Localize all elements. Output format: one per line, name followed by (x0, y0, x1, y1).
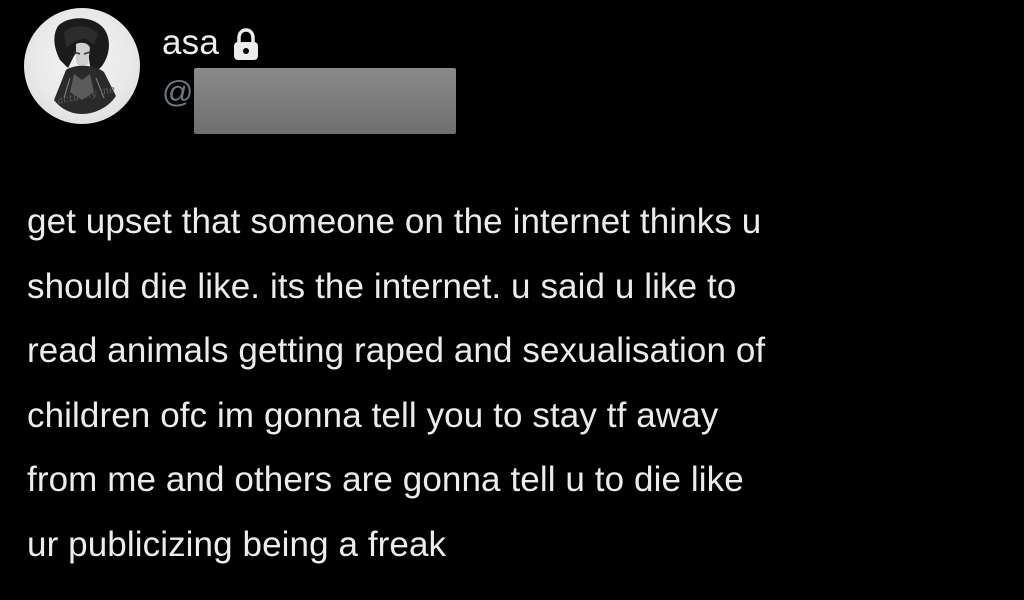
tweet-card: actually me asa @ get upset that someone… (0, 0, 1024, 600)
tweet-text: get upset that someone on the internet t… (27, 190, 1017, 577)
lock-icon (231, 28, 261, 62)
tweet-line: get upset that someone on the internet t… (27, 202, 762, 241)
tweet-line: ur publicizing being a freak (27, 524, 447, 564)
display-name[interactable]: asa (162, 23, 219, 63)
handle-text[interactable]: @ (162, 74, 193, 110)
handle-redaction (194, 68, 456, 134)
avatar-photo (54, 18, 116, 114)
avatar[interactable]: actually me (24, 8, 140, 124)
tweet-line: read animals getting raped and sexualisa… (27, 331, 766, 370)
tweet-line: from me and others are gonna tell u to d… (27, 460, 744, 499)
tweet-line: children ofc im gonna tell you to stay t… (27, 395, 719, 435)
handle-row: @ (162, 68, 456, 134)
name-row: asa (162, 18, 261, 68)
tweet-line: should die like. its the internet. u sai… (27, 266, 737, 306)
